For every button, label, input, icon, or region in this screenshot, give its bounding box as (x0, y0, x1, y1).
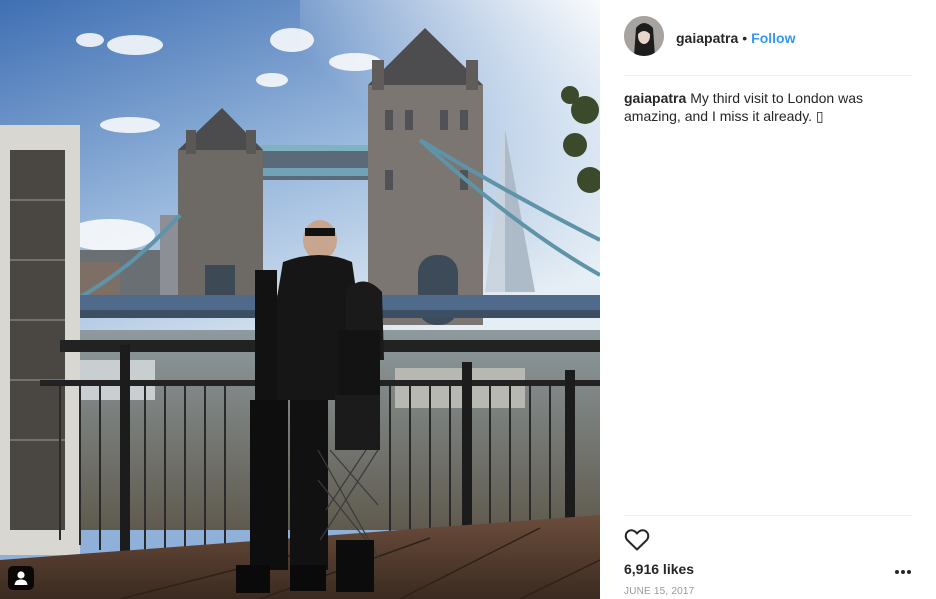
separator-dot: • (742, 30, 748, 46)
post-details-panel: gaiapatra • Follow gaiapatra My third visit… (600, 0, 936, 599)
tower-bridge-photo (0, 0, 600, 599)
more-options-button[interactable] (894, 565, 912, 577)
avatar[interactable] (624, 16, 664, 56)
user-tag-button[interactable] (8, 566, 34, 590)
follow-button[interactable]: Follow (751, 30, 795, 46)
post-caption: gaiapatra My third visit to London was am… (624, 89, 912, 125)
post-header: gaiapatra • Follow (624, 16, 912, 76)
likes-count[interactable]: 6,916 likes (624, 561, 694, 577)
user-tag-icon (14, 571, 28, 585)
like-button[interactable] (624, 528, 650, 552)
post-date[interactable]: June 15, 2017 (624, 586, 694, 597)
caption-username-link[interactable]: gaiapatra (624, 90, 686, 106)
heart-outline-icon (624, 529, 650, 551)
username-link[interactable]: gaiapatra (676, 30, 738, 46)
post-photo[interactable] (0, 0, 600, 599)
more-options-icon (895, 570, 911, 574)
post-actions: 6,916 likes June 15, 2017 (624, 515, 912, 597)
header-text: gaiapatra • Follow (676, 30, 795, 46)
